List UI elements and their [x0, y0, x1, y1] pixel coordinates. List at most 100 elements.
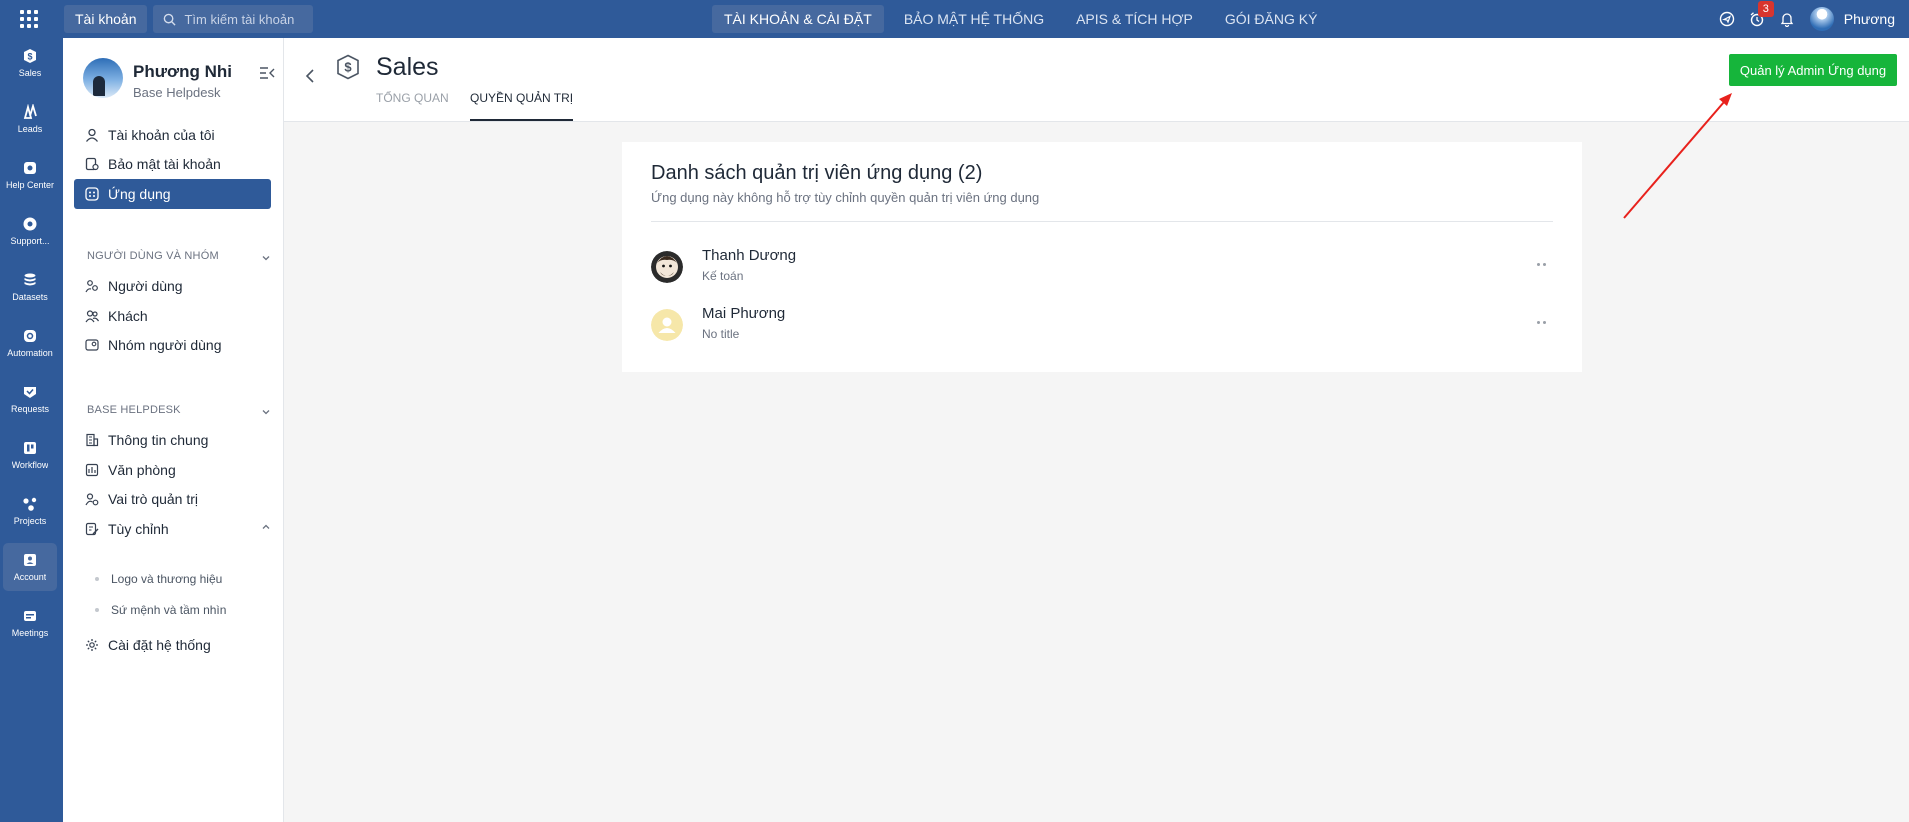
manage-app-admin-button[interactable]: Quản lý Admin Ứng dụng: [1729, 54, 1897, 86]
edit-note-icon: [84, 521, 100, 537]
rail-item-leads[interactable]: Leads: [3, 95, 57, 143]
profile-subtitle: Base Helpdesk: [133, 85, 221, 100]
office-icon: [84, 462, 100, 478]
rail-item-sales[interactable]: $ Sales: [3, 39, 57, 87]
gear-icon: [84, 637, 100, 653]
rail-item-meetings[interactable]: Meetings: [3, 599, 57, 647]
more-options-icon[interactable]: [1531, 315, 1551, 329]
search-icon: [164, 13, 177, 26]
admin-role: Kế toán: [702, 269, 744, 283]
top-right-tools: 3 Phương: [1708, 0, 1895, 38]
send-icon[interactable]: [1716, 8, 1738, 30]
user-avatar[interactable]: [1809, 7, 1834, 31]
user-icon: [84, 127, 100, 143]
search-box[interactable]: [153, 5, 314, 33]
submenu-logo-brand[interactable]: Logo và thương hiệu: [95, 572, 222, 586]
chevron-up-icon[interactable]: [261, 519, 271, 537]
projects-icon: [23, 497, 37, 511]
dollar-icon: $: [336, 54, 360, 85]
menu-general-info[interactable]: Thông tin chung: [74, 425, 271, 455]
nav-subscription[interactable]: GÓI ĐĂNG KÝ: [1213, 5, 1330, 33]
chevron-down-icon[interactable]: [261, 404, 271, 422]
top-bar: Tài khoản TÀI KHOẢN & CÀI ĐẶT BẢO MẬT HỆ…: [0, 0, 1909, 38]
admin-list-card: Danh sách quản trị viên ứng dụng (2) Ứng…: [622, 142, 1582, 372]
org-avatar: [83, 58, 123, 98]
org-profile: Phương Nhi Base Helpdesk: [83, 58, 273, 106]
menu-my-account[interactable]: Tài khoản của tôi: [74, 120, 271, 150]
guests-icon: [84, 308, 100, 324]
tab-overview[interactable]: TỔNG QUAN: [376, 91, 449, 121]
profile-name: Phương Nhi: [133, 62, 232, 81]
requests-icon: [24, 387, 36, 398]
admin-role-icon: [84, 491, 100, 507]
rail-item-help-center[interactable]: Help Center: [3, 151, 57, 199]
account-icon: [24, 554, 36, 566]
admin-row: Thanh Dương Kế toán: [651, 247, 1551, 293]
card-title: Danh sách quản trị viên ứng dụng (2): [651, 162, 983, 184]
chevron-left-icon: [305, 69, 314, 83]
divider: [651, 221, 1553, 222]
menu-system-settings[interactable]: Cài đặt hệ thống: [74, 630, 271, 660]
alarm-clock-icon[interactable]: 3: [1746, 1, 1774, 30]
annotation-arrow: [1623, 93, 1732, 219]
menu-users[interactable]: Người dùng: [74, 271, 271, 301]
tab-admin-rights[interactable]: QUYỀN QUẢN TRỊ: [470, 91, 574, 121]
admin-name[interactable]: Mai Phương: [702, 305, 785, 322]
nav-apis-integrations[interactable]: APIS & TÍCH HỢP: [1064, 5, 1205, 33]
menu-account-security[interactable]: Bảo mật tài khoản: [74, 149, 271, 179]
admin-row: Mai Phương No title: [651, 305, 1551, 351]
app-grid-button[interactable]: [14, 4, 44, 34]
settings-sidebar: Phương Nhi Base Helpdesk Tài khoản của t…: [63, 38, 284, 822]
grid-icon: [20, 10, 38, 28]
rail-item-account[interactable]: Account: [3, 543, 57, 591]
workflow-icon: [24, 442, 36, 454]
menu-offices[interactable]: Văn phòng: [74, 455, 271, 485]
bell-icon[interactable]: [1776, 8, 1798, 30]
collapse-sidebar-icon[interactable]: [259, 66, 275, 85]
more-options-icon[interactable]: [1531, 257, 1551, 271]
database-icon: [24, 273, 36, 286]
card-subtitle: Ứng dụng này không hỗ trợ tùy chỉnh quyề…: [651, 190, 1040, 205]
building-icon: [84, 432, 100, 448]
rail-item-requests[interactable]: Requests: [3, 375, 57, 423]
app-rail: $ Sales Leads Help Center Support... Dat…: [0, 38, 63, 822]
support-icon: [23, 217, 37, 231]
app-header: $ Sales TỔNG QUAN QUYỀN QUẢN TRỊ Quản lý…: [284, 38, 1909, 122]
rail-item-automation[interactable]: Automation: [3, 319, 57, 367]
dollar-icon: $: [24, 49, 36, 63]
notification-badge: 3: [1757, 1, 1774, 17]
rail-item-support[interactable]: Support...: [3, 207, 57, 255]
section-base-helpdesk[interactable]: BASE HELPDESK: [87, 404, 181, 416]
svg-text:$: $: [27, 52, 32, 62]
nav-system-security[interactable]: BẢO MẬT HỆ THỐNG: [892, 5, 1056, 33]
nav-account-settings[interactable]: TÀI KHOẢN & CÀI ĐẶT: [712, 5, 884, 33]
admin-name[interactable]: Thanh Dương: [702, 247, 796, 264]
help-center-icon: [24, 162, 36, 174]
automation-icon: [24, 330, 36, 342]
account-chip[interactable]: Tài khoản: [64, 5, 148, 33]
menu-user-groups[interactable]: Nhóm người dùng: [74, 330, 271, 360]
avatar: [651, 309, 683, 341]
admin-role: No title: [702, 327, 740, 341]
meetings-icon: [24, 611, 36, 621]
user-name[interactable]: Phương: [1844, 11, 1895, 27]
section-users-groups[interactable]: NGƯỜI DÙNG VÀ NHÓM: [87, 250, 219, 262]
chevron-down-icon[interactable]: [261, 250, 271, 268]
rail-item-datasets[interactable]: Datasets: [3, 263, 57, 311]
users-icon: [84, 278, 100, 294]
back-button[interactable]: [302, 66, 318, 86]
menu-applications[interactable]: Ứng dụng: [74, 179, 271, 209]
menu-customize[interactable]: Tùy chỉnh: [74, 514, 271, 544]
leads-icon: [23, 104, 37, 119]
top-nav: TÀI KHOẢN & CÀI ĐẶT BẢO MẬT HỆ THỐNG API…: [712, 0, 1337, 38]
menu-admin-roles[interactable]: Vai trò quản trị: [74, 484, 271, 514]
menu-guests[interactable]: Khách: [74, 301, 271, 331]
submenu-mission-vision[interactable]: Sứ mệnh và tầm nhìn: [95, 603, 226, 617]
apps-icon: [84, 186, 100, 202]
avatar: [651, 251, 683, 283]
page-title: Sales: [376, 53, 439, 81]
security-icon: [84, 156, 100, 172]
rail-item-workflow[interactable]: Workflow: [3, 431, 57, 479]
search-input[interactable]: [182, 10, 307, 28]
rail-item-projects[interactable]: Projects: [3, 487, 57, 535]
